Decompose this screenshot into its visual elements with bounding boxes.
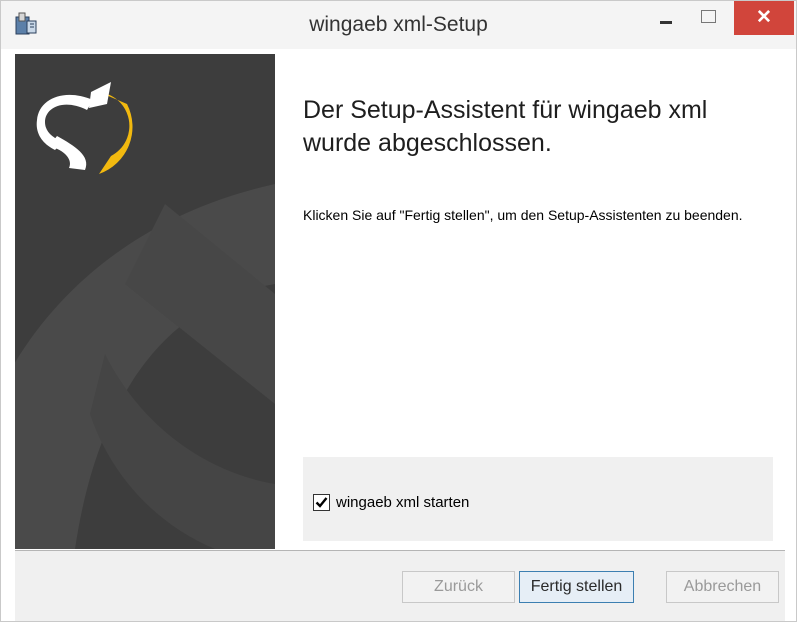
button-bar: Zurück Fertig stellen Abbrechen <box>15 551 785 621</box>
wizard-sidebar-banner <box>15 54 275 549</box>
launch-app-checkbox[interactable] <box>313 494 330 511</box>
wizard-content: Der Setup-Assistent für wingaeb xml wurd… <box>275 54 785 549</box>
launch-option-panel: wingaeb xml starten <box>303 457 773 541</box>
logo-icon <box>36 82 133 174</box>
launch-app-label[interactable]: wingaeb xml starten <box>336 494 469 512</box>
minimize-button[interactable] <box>651 7 681 31</box>
maximize-button[interactable] <box>693 7 723 31</box>
cancel-button[interactable]: Abbrechen <box>666 571 779 603</box>
back-button[interactable]: Zurück <box>402 571 515 603</box>
title-bar[interactable]: wingaeb xml-Setup ✕ <box>1 1 796 49</box>
page-description: Klicken Sie auf "Fertig stellen", um den… <box>303 207 743 223</box>
close-button[interactable]: ✕ <box>734 1 794 35</box>
setup-window: wingaeb xml-Setup ✕ Der Setup-Assistent … <box>0 0 797 622</box>
finish-button[interactable]: Fertig stellen <box>519 571 634 603</box>
checkmark-icon <box>315 497 328 508</box>
page-heading: Der Setup-Assistent für wingaeb xml wurd… <box>303 96 708 157</box>
